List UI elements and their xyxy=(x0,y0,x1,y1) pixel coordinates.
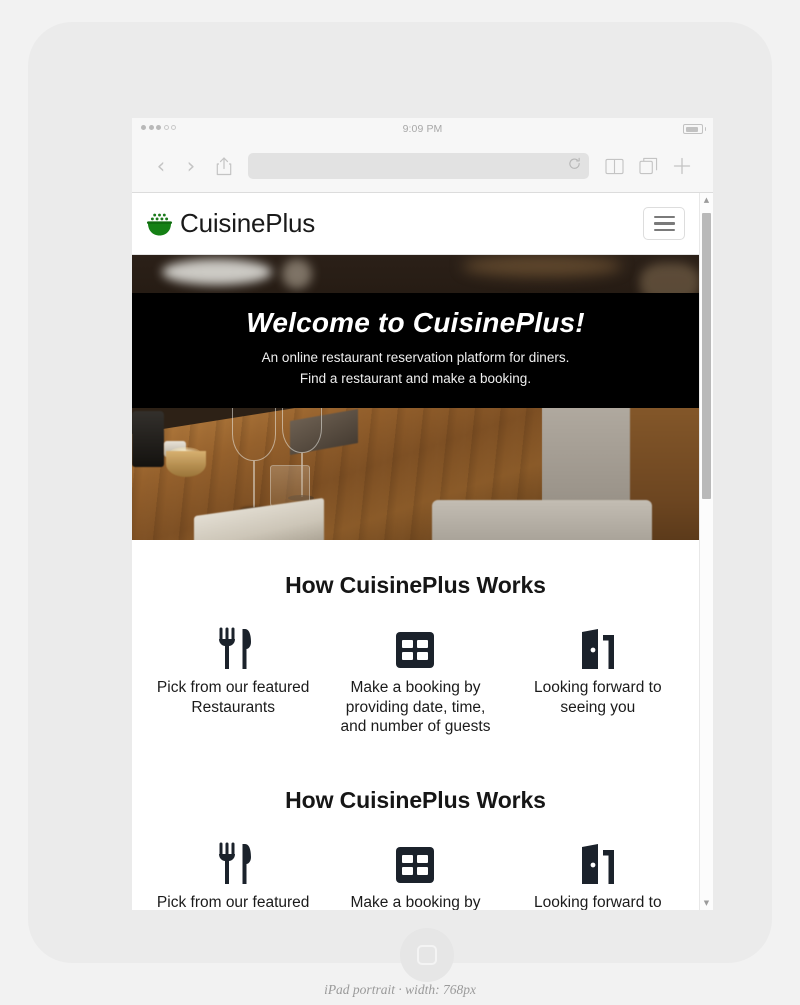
ipad-device-frame: 9:09 PM ‹ › CuisinePlus Welcome to Cuisi… xyxy=(28,22,772,982)
feature-item-restaurants: Pick from our featured Restaurants xyxy=(142,625,324,717)
new-tab-button[interactable] xyxy=(665,157,699,175)
feature-text: Make a booking by providing date, time, … xyxy=(350,894,481,910)
feature-item-booking: Make a booking by providing date, time, … xyxy=(324,840,506,910)
hero-subtitle-line-2: Find a restaurant and make a booking. xyxy=(299,370,532,386)
scroll-down-arrow-icon[interactable]: ▼ xyxy=(700,896,713,910)
plus-icon xyxy=(673,157,691,175)
book-icon xyxy=(604,158,624,174)
features-row: Pick from our featured Restaurants xyxy=(142,840,689,910)
share-button[interactable] xyxy=(206,156,242,176)
brand-name: CuisinePlus xyxy=(180,208,316,238)
hero-text-banner: Welcome to CuisinePlus! An online restau… xyxy=(132,293,699,408)
fork-knife-icon xyxy=(150,840,316,886)
share-icon xyxy=(216,157,232,176)
feature-text: Looking forward to seeing you xyxy=(534,894,662,910)
device-caption: iPad portrait · width: 768px xyxy=(324,982,476,997)
brand-logo-link[interactable]: CuisinePlus xyxy=(146,208,315,239)
site-navbar: CuisinePlus xyxy=(132,193,699,255)
scrollbar-thumb[interactable] xyxy=(702,213,711,499)
how-it-works-section-2: How CuisinePlus Works Pick from our feat… xyxy=(132,749,699,910)
tabs-button[interactable] xyxy=(631,157,665,175)
feature-item-welcome: Looking forward to seeing you xyxy=(507,840,689,910)
feature-item-welcome: Looking forward to seeing you xyxy=(507,625,689,717)
status-bar-clock: 9:09 PM xyxy=(402,123,443,135)
calendar-grid-icon xyxy=(332,840,498,886)
feature-text: Pick from our featured Restaurants xyxy=(156,679,310,716)
page-scrollbar[interactable]: ▲ ▼ xyxy=(699,193,713,910)
web-page-content: CuisinePlus Welcome to CuisinePlus! An o… xyxy=(132,193,699,910)
rounded-square-icon xyxy=(417,945,437,965)
feature-item-restaurants: Pick from our featured Restaurants xyxy=(142,840,324,910)
tabs-icon xyxy=(638,157,657,175)
hamburger-icon xyxy=(653,215,675,219)
bookmarks-button[interactable] xyxy=(597,158,631,175)
reload-icon[interactable] xyxy=(568,157,581,175)
hero-section: Welcome to CuisinePlus! An online restau… xyxy=(132,255,699,540)
features-row: Pick from our featured Restaurants xyxy=(142,625,689,737)
ios-status-bar: 9:09 PM xyxy=(132,118,713,140)
how-it-works-section-1: How CuisinePlus Works Pick from our feat… xyxy=(132,540,699,750)
web-page-viewport: CuisinePlus Welcome to CuisinePlus! An o… xyxy=(132,193,713,910)
open-door-icon xyxy=(515,625,681,671)
menu-toggle-button[interactable] xyxy=(643,207,685,240)
feature-text: Looking forward to seeing you xyxy=(534,679,662,716)
forward-button[interactable]: › xyxy=(176,155,206,177)
hero-subtitle-line-1: An online restaurant reservation platfor… xyxy=(261,350,570,365)
calendar-grid-icon xyxy=(332,625,498,671)
feature-item-booking: Make a booking by providing date, time, … xyxy=(324,625,506,737)
feature-text: Pick from our featured Restaurants xyxy=(156,894,310,910)
browser-chrome: 9:09 PM ‹ › xyxy=(132,118,713,193)
section-heading: How CuisinePlus Works xyxy=(285,572,546,598)
fork-knife-icon xyxy=(150,625,316,671)
home-button[interactable] xyxy=(400,928,454,982)
feature-text: Make a booking by providing date, time, … xyxy=(340,679,491,736)
battery-icon xyxy=(683,124,703,134)
browser-toolbar: ‹ › xyxy=(132,140,713,192)
rice-bowl-icon xyxy=(146,213,173,236)
back-button[interactable]: ‹ xyxy=(146,155,176,177)
hero-title: Welcome to CuisinePlus! xyxy=(246,307,585,338)
open-door-icon xyxy=(515,840,681,886)
url-input[interactable] xyxy=(248,153,589,179)
battery-cap-icon xyxy=(704,127,706,131)
section-heading: How CuisinePlus Works xyxy=(285,787,546,814)
scroll-up-arrow-icon[interactable]: ▲ xyxy=(700,193,713,207)
